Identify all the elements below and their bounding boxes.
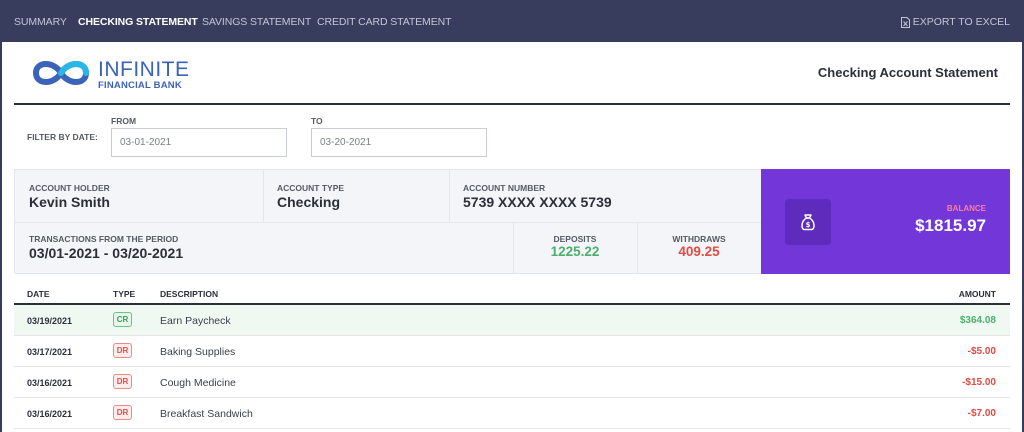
account-type-value: Checking [277, 194, 341, 210]
infinity-logo-icon [28, 56, 94, 95]
summary-divider [449, 170, 450, 222]
row-date: 03/19/2021 [27, 316, 73, 326]
account-type-label: ACCOUNT TYPE [277, 183, 345, 193]
brand-name: INFINITE [98, 58, 190, 82]
tab-savings-statement[interactable]: SAVINGS STATEMENT [202, 16, 311, 28]
row-amount: -$7.00 [967, 408, 996, 419]
row-amount: $364.08 [959, 315, 996, 326]
tab-checking-statement[interactable]: CHECKING STATEMENT [78, 16, 198, 28]
row-date: 03/17/2021 [27, 347, 73, 357]
table-row[interactable]: 03/16/2021 DR Breakfast Sandwich -$7.00 [14, 398, 1010, 429]
deposits-value: 1225.22 [550, 244, 600, 259]
table-row[interactable]: 03/16/2021 DR Cough Medicine -$15.00 [14, 367, 1010, 398]
excel-file-icon [900, 16, 910, 28]
balance-card: $ BALANCE $1815.97 [761, 169, 1010, 274]
summary-divider [637, 222, 638, 274]
period-value: 03/01-2021 - 03/20-2021 [29, 245, 184, 261]
credit-type-badge: CR [113, 312, 132, 327]
export-label: EXPORT TO EXCEL [912, 16, 1010, 28]
column-header-date: DATE [27, 289, 50, 299]
summary-divider [513, 222, 514, 274]
title-divider [14, 103, 1010, 105]
tab-summary[interactable]: SUMMARY [14, 16, 67, 28]
row-amount: -$15.00 [962, 377, 996, 388]
row-date: 03/16/2021 [27, 409, 73, 419]
balance-label: BALANCE [946, 204, 986, 213]
withdraws-value: 409.25 [678, 244, 720, 259]
table-row[interactable]: 03/19/2021 CR Earn Paycheck $364.08 [14, 305, 1010, 336]
export-to-excel-button[interactable]: EXPORT TO EXCEL [900, 16, 1010, 28]
row-description: Breakfast Sandwich [160, 408, 253, 420]
from-date-input[interactable]: 03-01-2021 [111, 128, 287, 157]
row-description: Cough Medicine [160, 377, 236, 389]
filter-by-date-label: FILTER BY DATE: [27, 132, 98, 142]
tab-credit-card-statement[interactable]: CREDIT CARD STATEMENT [317, 16, 452, 28]
summary-divider [263, 170, 264, 222]
account-holder-label: ACCOUNT HOLDER [29, 183, 110, 193]
bank-logo: INFINITE FINANCIAL BANK [28, 58, 190, 92]
account-holder-value: Kevin Smith [29, 194, 110, 210]
column-header-type: TYPE [113, 289, 136, 299]
page-title: Checking Account Statement [817, 65, 998, 80]
row-amount: -$5.00 [967, 346, 996, 357]
brand-subtitle: FINANCIAL BANK [98, 80, 182, 92]
column-header-amount: AMOUNT [958, 289, 996, 299]
debit-type-badge: DR [113, 374, 132, 389]
from-label: FROM [111, 116, 137, 126]
debit-type-badge: DR [113, 405, 132, 420]
account-summary-panel: ACCOUNT HOLDER Kevin Smith ACCOUNT TYPE … [14, 169, 762, 274]
to-label: TO [311, 116, 323, 126]
to-date-input[interactable]: 03-20-2021 [311, 128, 487, 157]
account-number-label: ACCOUNT NUMBER [463, 183, 546, 193]
svg-text:$: $ [806, 221, 811, 229]
table-row[interactable]: 03/17/2021 DR Baking Supplies -$5.00 [14, 336, 1010, 367]
account-number-value: 5739 XXXX XXXX 5739 [463, 194, 612, 210]
debit-type-badge: DR [113, 343, 132, 358]
row-date: 03/16/2021 [27, 378, 73, 388]
row-description: Earn Paycheck [160, 315, 231, 327]
deposits-label: DEPOSITS [553, 234, 597, 244]
withdraws-label: WITHDRAWS [672, 234, 726, 244]
period-label: TRANSACTIONS FROM THE PERIOD [29, 234, 179, 244]
money-bag-icon: $ [785, 199, 831, 245]
row-description: Baking Supplies [160, 346, 236, 358]
top-navigation: SUMMARY CHECKING STATEMENT SAVINGS STATE… [0, 0, 1024, 42]
transactions-table-header: DATE TYPE DESCRIPTION AMOUNT [14, 283, 1010, 305]
summary-divider [15, 222, 761, 223]
balance-value: $1815.97 [915, 216, 986, 235]
column-header-description: DESCRIPTION [160, 289, 219, 299]
